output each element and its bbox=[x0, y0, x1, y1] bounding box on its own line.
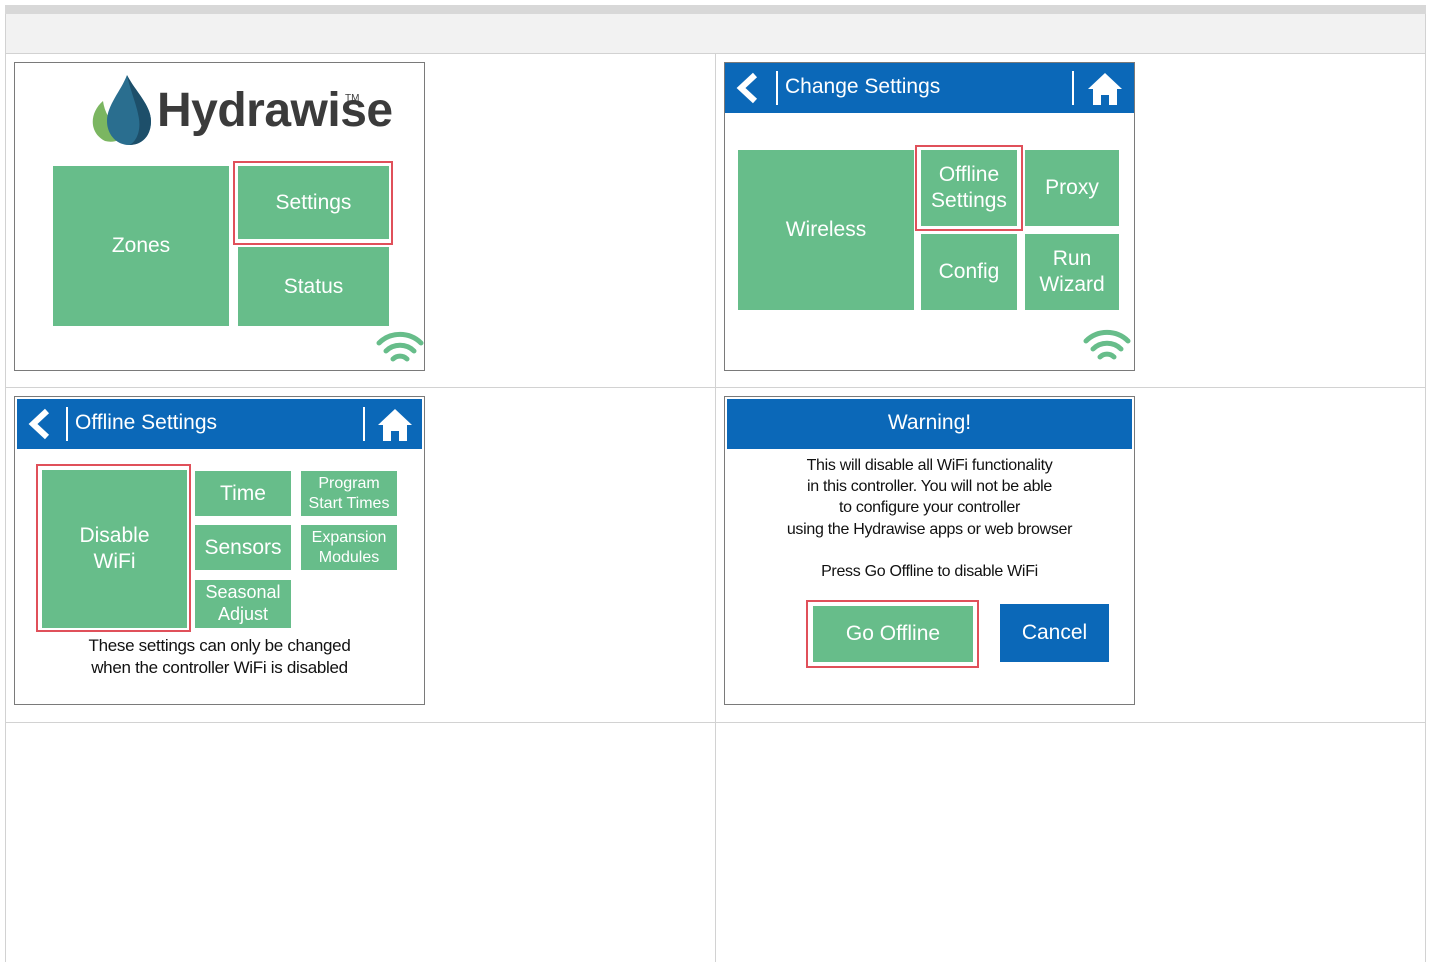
warning-title: Warning! bbox=[887, 411, 972, 434]
title-bar: Warning! bbox=[727, 399, 1132, 449]
warning-message-line: to configure your controller bbox=[838, 499, 1021, 516]
wifi-signal-icon bbox=[1083, 329, 1131, 360]
settings-highlight bbox=[233, 161, 393, 245]
wifi-signal-icon bbox=[376, 331, 424, 362]
program-start-times-button[interactable]: Program Start Times bbox=[301, 471, 397, 516]
brand-name: Hydrawise bbox=[157, 84, 393, 137]
title-separator bbox=[776, 71, 778, 105]
warning-screen: Warning! This will disable all WiFi func… bbox=[724, 396, 1135, 705]
home-screen: Hydrawise TM Zones Settings Status bbox=[14, 62, 425, 371]
top-border bbox=[5, 5, 1426, 14]
table-right-border bbox=[1425, 14, 1426, 962]
title-bar: Change Settings bbox=[725, 63, 1134, 113]
screen-title: Offline Settings bbox=[75, 411, 218, 434]
expansion-modules-button[interactable]: Expansion Modules bbox=[301, 525, 397, 570]
go-offline-highlight bbox=[806, 600, 979, 668]
proxy-button[interactable]: Proxy bbox=[1025, 150, 1119, 226]
home-icon[interactable] bbox=[1086, 71, 1124, 107]
config-button[interactable]: Config bbox=[921, 234, 1017, 310]
warning-instruction: Press Go Offline to disable WiFi bbox=[821, 563, 1038, 580]
wireless-button[interactable]: Wireless bbox=[738, 150, 914, 310]
back-chevron-icon[interactable] bbox=[25, 408, 53, 440]
cancel-button[interactable]: Cancel bbox=[1000, 604, 1109, 662]
change-settings-screen: Change Settings Wireless Offline Setting… bbox=[724, 62, 1135, 371]
table-column-divider bbox=[715, 54, 716, 962]
run-wizard-button[interactable]: Run Wizard bbox=[1025, 234, 1119, 310]
sensors-button[interactable]: Sensors bbox=[195, 525, 291, 570]
status-button[interactable]: Status bbox=[238, 247, 389, 326]
zones-button[interactable]: Zones bbox=[53, 166, 229, 326]
seasonal-adjust-button[interactable]: Seasonal Adjust bbox=[195, 580, 291, 628]
warning-message-line: in this controller. You will not be able bbox=[806, 478, 1053, 495]
title-bar: Offline Settings bbox=[17, 399, 422, 449]
table-row-divider bbox=[5, 722, 1426, 723]
back-chevron-icon[interactable] bbox=[733, 72, 761, 104]
screen-title: Change Settings bbox=[785, 75, 941, 98]
title-separator bbox=[66, 407, 68, 441]
title-separator bbox=[1072, 71, 1074, 105]
trademark-mark: TM bbox=[345, 93, 360, 104]
table-header-row bbox=[5, 14, 1426, 54]
title-separator bbox=[363, 407, 365, 441]
table-left-border bbox=[5, 14, 6, 962]
table-row-divider bbox=[5, 387, 1426, 388]
offline-settings-highlight bbox=[915, 145, 1023, 231]
offline-settings-screen: Offline Settings Disable WiFi Time Progr… bbox=[14, 396, 425, 705]
brand-wordmark: Hydrawise bbox=[157, 83, 393, 138]
note-line: when the controller WiFi is disabled bbox=[91, 658, 348, 677]
disable-wifi-highlight bbox=[36, 464, 191, 632]
water-drop-leaf-logo bbox=[92, 75, 151, 145]
warning-message-line: using the Hydrawise apps or web browser bbox=[786, 521, 1073, 538]
note-line: These settings can only be changed bbox=[88, 636, 351, 655]
home-icon[interactable] bbox=[376, 407, 414, 443]
warning-message-line: This will disable all WiFi functionality bbox=[806, 457, 1053, 474]
time-button[interactable]: Time bbox=[195, 471, 291, 516]
